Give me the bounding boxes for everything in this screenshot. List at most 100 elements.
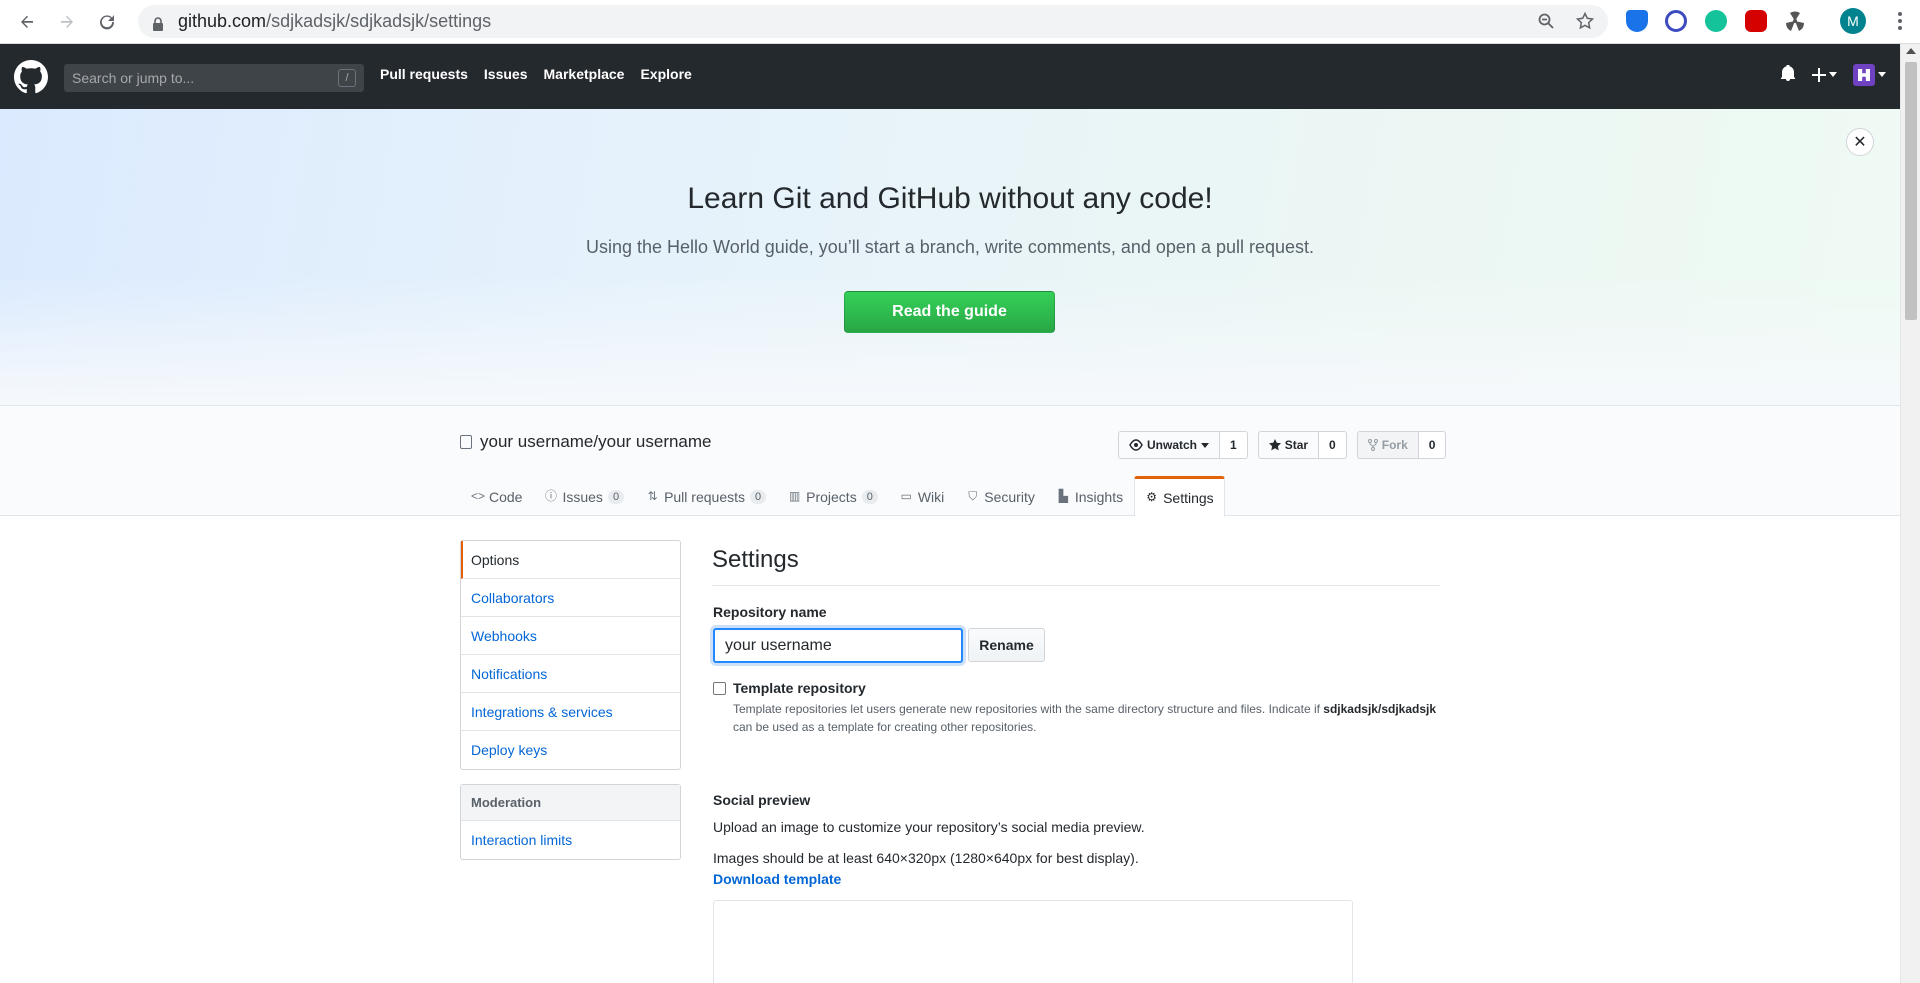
fork-button[interactable]: Fork (1356, 431, 1419, 459)
close-icon[interactable]: ✕ (1846, 128, 1874, 156)
star-count[interactable]: 0 (1319, 431, 1347, 459)
repo-tabs: <> Code ⓘ Issues 0 ⇅ Pull requests 0 ▥ Project… (460, 476, 1225, 517)
template-help-text: Template repositories let users generate… (733, 702, 1437, 734)
back-icon[interactable] (14, 9, 40, 35)
lock-icon (152, 15, 164, 31)
learn-git-banner: Learn Git and GitHub without any code! U… (0, 109, 1900, 406)
menu-item-options[interactable]: Options (461, 541, 680, 579)
reload-icon[interactable] (94, 9, 120, 35)
social-preview-size-text: Images should be at least 640×320px (128… (713, 850, 1139, 866)
star-icon (1268, 439, 1281, 451)
url-path: /sdjkadsjk/sdjkadsjk/settings (266, 11, 492, 31)
settings-menu: Options Collaborators Webhooks Notificat… (460, 540, 681, 770)
repo-icon (460, 435, 472, 449)
header-right-actions (1780, 64, 1886, 86)
block-extension-icon[interactable] (1665, 10, 1687, 32)
forward-icon[interactable] (54, 9, 80, 35)
search-shortcut-hint: / (338, 69, 356, 87)
nav-issues[interactable]: Issues (484, 66, 528, 82)
nav-pull-requests[interactable]: Pull requests (380, 66, 468, 82)
menu-item-notifications[interactable]: Notifications (461, 655, 680, 693)
issue-icon: ⓘ (544, 489, 557, 503)
scroll-up-arrow-icon[interactable] (1906, 48, 1916, 54)
pull-requests-count: 0 (750, 489, 767, 504)
url-host: github.com (178, 11, 267, 31)
search-placeholder: Search or jump to... (72, 70, 195, 86)
scroll-thumb[interactable] (1905, 62, 1917, 320)
social-preview-label: Social preview (713, 792, 811, 808)
tab-projects[interactable]: ▥ Projects 0 (777, 476, 889, 516)
issues-count: 0 (607, 489, 625, 504)
watch-count[interactable]: 1 (1220, 431, 1248, 459)
nav-explore[interactable]: Explore (640, 66, 691, 82)
zoom-icon[interactable] (1533, 8, 1559, 34)
star-button[interactable]: Star (1257, 431, 1320, 459)
banner-title: Learn Git and GitHub without any code! (687, 182, 1213, 215)
code-icon: <> (471, 489, 486, 503)
menu-item-collaborators[interactable]: Collaborators (461, 579, 680, 617)
chevron-down-icon (1201, 442, 1210, 448)
browser-toolbar: github.com/sdjkadsjk/sdjkadsjk/settings … (0, 0, 1920, 44)
chrome-menu-icon[interactable] (1890, 8, 1910, 34)
graph-icon: ▙ (1058, 489, 1068, 503)
chevron-down-icon (1878, 72, 1886, 77)
star-group: Star 0 (1257, 431, 1347, 459)
create-new-plus-icon[interactable] (1812, 68, 1837, 82)
tab-pull-requests[interactable]: ⇅ Pull requests 0 (635, 476, 777, 516)
tab-wiki[interactable]: ▭ Wiki (889, 476, 955, 516)
repo-actions: Unwatch 1 Star 0 Fork 0 (1118, 431, 1447, 459)
fork-count[interactable]: 0 (1418, 431, 1447, 459)
gear-icon: ⚙ (1146, 490, 1157, 504)
template-repository-label[interactable]: Template repository (733, 680, 866, 696)
radiation-extension-icon[interactable] (1784, 10, 1806, 32)
shield-icon: ⛉ (968, 489, 978, 503)
social-preview-text: Upload an image to customize your reposi… (713, 819, 1145, 835)
repo-header: your username/your username Unwatch 1 St… (0, 406, 1900, 517)
search-input[interactable]: Search or jump to... / (64, 64, 364, 92)
project-icon: ▥ (788, 489, 801, 503)
page-scrollbar[interactable] (1900, 44, 1920, 983)
notifications-bell-icon[interactable] (1780, 64, 1796, 86)
eye-icon (1129, 439, 1143, 451)
adblock-extension-icon[interactable] (1745, 10, 1767, 32)
menu-item-webhooks[interactable]: Webhooks (461, 617, 680, 655)
github-logo-icon[interactable] (14, 60, 48, 94)
tab-issues[interactable]: ⓘ Issues 0 (533, 476, 635, 516)
bookmark-star-icon[interactable] (1572, 8, 1598, 34)
repo-name-input[interactable]: your username (713, 628, 963, 663)
menu-item-integrations[interactable]: Integrations & services (461, 693, 680, 731)
book-icon: ▭ (900, 489, 912, 503)
profile-avatar[interactable]: M (1840, 8, 1866, 34)
repo-name[interactable]: your username/your username (480, 432, 712, 452)
unwatch-button[interactable]: Unwatch (1118, 431, 1221, 459)
download-template-link[interactable]: Download template (713, 871, 841, 887)
template-repository-checkbox[interactable] (713, 682, 726, 695)
fork-group: Fork 0 (1356, 431, 1447, 459)
moderation-menu: Moderation Interaction limits (460, 784, 681, 860)
read-guide-button[interactable]: Read the guide (844, 291, 1055, 333)
tab-code[interactable]: <> Code (460, 476, 533, 516)
settings-title: Settings (712, 546, 1440, 586)
social-preview-dropzone[interactable] (713, 900, 1353, 983)
menu-item-interaction-limits[interactable]: Interaction limits (461, 821, 680, 859)
banner-subtitle: Using the Hello World guide, you’ll star… (585, 237, 1315, 257)
projects-count: 0 (861, 489, 878, 504)
menu-item-deploy-keys[interactable]: Deploy keys (461, 731, 680, 769)
repo-name-label: Repository name (713, 604, 827, 620)
tab-security[interactable]: ⛉ Security (955, 476, 1046, 516)
grammarly-extension-icon[interactable] (1705, 10, 1727, 32)
address-bar[interactable]: github.com/sdjkadsjk/sdjkadsjk/settings (138, 5, 1608, 38)
pull-request-icon: ⇅ (647, 489, 658, 503)
shield-extension-icon[interactable] (1626, 10, 1648, 32)
github-header: Search or jump to... / Pull requests Iss… (0, 44, 1900, 109)
tab-insights[interactable]: ▙ Insights (1046, 476, 1134, 516)
user-avatar (1853, 64, 1875, 86)
moderation-heading: Moderation (461, 785, 680, 821)
repo-title: your username/your username (460, 432, 712, 452)
watch-group: Unwatch 1 (1118, 431, 1248, 459)
rename-button[interactable]: Rename (968, 628, 1045, 662)
tab-settings[interactable]: ⚙ Settings (1134, 476, 1225, 517)
user-menu[interactable] (1853, 64, 1886, 86)
nav-marketplace[interactable]: Marketplace (544, 66, 625, 82)
fork-icon (1367, 439, 1378, 451)
